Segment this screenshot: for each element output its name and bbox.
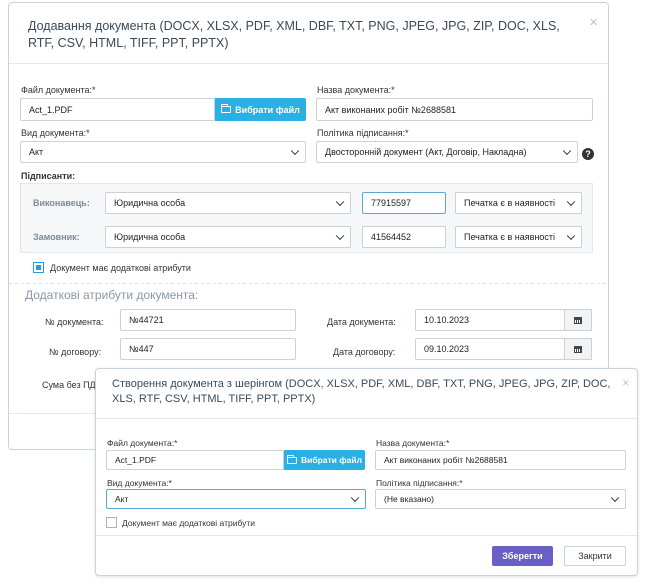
executor-code-input[interactable]: 77915597: [362, 192, 446, 214]
customer-entity-value: Юридична особа: [114, 232, 186, 242]
policy-label: Політика підписання:*: [317, 128, 409, 138]
share-type-select[interactable]: Акт: [106, 489, 366, 509]
executor-entity-value: Юридична особа: [114, 198, 186, 208]
type-select-value: Акт: [29, 147, 44, 157]
contract-date-label: Дата договору:: [333, 347, 396, 357]
share-name-input[interactable]: Акт виконаних робіт №2688581: [375, 450, 626, 470]
share-document-dialog: Створення документа з шерінгом (DOCX, XL…: [95, 368, 638, 576]
help-icon[interactable]: ?: [582, 148, 594, 160]
share-extra-attrs-checkbox[interactable]: [106, 517, 117, 528]
chevron-down-icon: [350, 493, 360, 503]
customer-code-input[interactable]: 41564452: [362, 226, 446, 248]
signer-role-customer: Замовник:: [33, 232, 80, 242]
file-label: Файл документа:*: [21, 85, 96, 95]
file-input[interactable]: Act_1.PDF: [20, 98, 215, 121]
executor-entity-select[interactable]: Юридична особа: [105, 192, 351, 214]
share-policy-label: Політика підписання:*: [376, 478, 463, 488]
choose-file-label: Вибрати файл: [235, 104, 300, 115]
doc-number-input[interactable]: №44721: [120, 309, 296, 331]
share-policy-select[interactable]: (Не вказано): [375, 489, 626, 509]
close-button[interactable]: Закрити: [564, 546, 626, 566]
chevron-down-icon: [566, 197, 576, 207]
save-button[interactable]: Зберегти: [492, 546, 553, 566]
contract-number-input[interactable]: №447: [120, 338, 296, 360]
close-icon[interactable]: ✕: [589, 16, 598, 29]
share-name-label: Назва документа:*: [376, 438, 450, 448]
type-label: Вид документа:*: [21, 128, 90, 138]
share-type-select-value: Акт: [115, 494, 129, 504]
customer-stamp-value: Печатка є в наявності: [464, 232, 556, 242]
chevron-down-icon: [562, 146, 572, 156]
sum-label: Сума без ПДВ: [42, 380, 102, 390]
share-extra-attrs-label: Документ має додаткові атрибути: [122, 518, 256, 528]
contract-date-calendar-button[interactable]: [564, 338, 592, 360]
extra-attrs-title: Додаткові атрибути документа:: [25, 288, 199, 302]
share-policy-select-value: (Не вказано): [384, 494, 434, 504]
signers-label: Підписанти:: [21, 171, 76, 181]
chevron-down-icon: [610, 493, 620, 503]
executor-stamp-value: Печатка є в наявності: [464, 198, 556, 208]
share-choose-file-label: Вибрати файл: [300, 455, 363, 465]
chevron-down-icon: [335, 197, 345, 207]
folder-icon: [286, 454, 297, 464]
name-input[interactable]: Акт виконаних робіт №2688581: [316, 98, 593, 121]
share-footer-divider: [96, 535, 637, 536]
policy-select-value: Двосторонній документ (Акт, Договір, Нак…: [325, 147, 527, 157]
customer-stamp-select[interactable]: Печатка є в наявності: [455, 226, 582, 248]
contract-date-input[interactable]: 09.10.2023: [415, 338, 565, 360]
calendar-icon: [574, 346, 582, 353]
close-icon[interactable]: ✕: [622, 378, 630, 389]
doc-number-label: № документа:: [45, 317, 104, 327]
chevron-down-icon: [290, 146, 300, 156]
doc-date-calendar-button[interactable]: [564, 309, 592, 331]
dialog-title: Додавання документа (DOCX, XLSX, PDF, XM…: [28, 19, 560, 50]
share-type-label: Вид документа:*: [107, 478, 172, 488]
name-label: Назва документа:*: [317, 85, 395, 95]
chevron-down-icon: [335, 231, 345, 241]
chevron-down-icon: [566, 231, 576, 241]
share-dialog-title: Створення документа з шерінгом (DOCX, XL…: [112, 378, 611, 405]
customer-entity-select[interactable]: Юридична особа: [105, 226, 351, 248]
choose-file-button[interactable]: Вибрати файл: [215, 98, 306, 121]
attrs-divider: [9, 283, 608, 284]
type-select[interactable]: Акт: [20, 141, 306, 163]
extra-attrs-checkbox[interactable]: [33, 262, 44, 273]
share-file-label: Файл документа:*: [107, 438, 178, 448]
executor-stamp-select[interactable]: Печатка є в наявності: [455, 192, 582, 214]
signer-role-executor: Виконавець:: [33, 198, 90, 208]
header-divider: [9, 63, 608, 64]
doc-date-label: Дата документа:: [327, 317, 396, 327]
share-file-input[interactable]: Act_1.PDF: [106, 450, 284, 470]
contract-number-label: № договору:: [49, 347, 102, 357]
folder-icon: [220, 104, 232, 113]
calendar-icon: [574, 317, 582, 324]
policy-select[interactable]: Двосторонній документ (Акт, Договір, Нак…: [316, 141, 578, 163]
doc-date-input[interactable]: 10.10.2023: [415, 309, 565, 331]
share-choose-file-button[interactable]: Вибрати файл: [284, 450, 365, 470]
extra-attrs-checkbox-label: Документ має додаткові атрибути: [50, 263, 191, 273]
share-header-divider: [96, 418, 637, 419]
